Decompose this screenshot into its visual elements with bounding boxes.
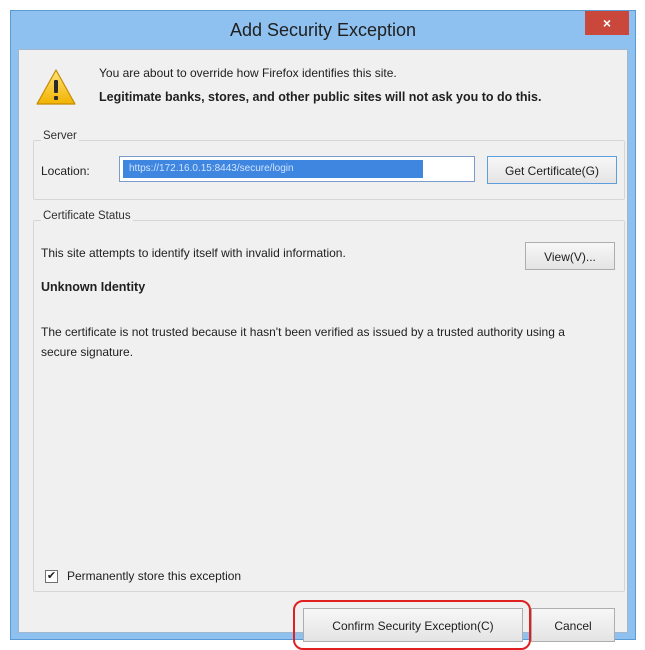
identity-description: The certificate is not trusted because i… bbox=[41, 325, 565, 359]
server-group-label: Server bbox=[41, 130, 79, 142]
add-security-exception-dialog: Add Security Exception × You are about t… bbox=[10, 10, 636, 650]
permanent-exception-checkbox[interactable]: ✔ bbox=[45, 570, 58, 583]
warning-icon bbox=[36, 69, 76, 105]
location-selection: https://172.16.0.15:8443/secure/login bbox=[123, 160, 423, 178]
permanent-exception-label[interactable]: Permanently store this exception bbox=[67, 569, 241, 583]
confirm-security-exception-button[interactable]: Confirm Security Exception(C) bbox=[303, 608, 523, 642]
certificate-status-group-label: Certificate Status bbox=[41, 210, 133, 222]
warning-message: You are about to override how Firefox id… bbox=[99, 66, 397, 80]
location-input[interactable]: https://172.16.0.15:8443/secure/login bbox=[119, 156, 475, 182]
view-certificate-button[interactable]: View(V)... bbox=[525, 242, 615, 270]
certificate-status-groupbox bbox=[33, 220, 625, 592]
warning-message-bold: Legitimate banks, stores, and other publ… bbox=[99, 90, 542, 104]
location-label: Location: bbox=[41, 164, 90, 178]
close-button[interactable]: × bbox=[585, 11, 629, 35]
dialog-body: You are about to override how Firefox id… bbox=[18, 49, 628, 650]
dialog-title: Add Security Exception bbox=[229, 20, 417, 40]
identity-title: Unknown Identity bbox=[41, 280, 146, 294]
title-bar[interactable]: Add Security Exception × bbox=[11, 11, 635, 49]
cancel-button[interactable]: Cancel bbox=[531, 608, 615, 642]
get-certificate-button[interactable]: Get Certificate(G) bbox=[487, 156, 617, 184]
certificate-status-text: This site attempts to identify itself wi… bbox=[41, 246, 346, 260]
location-value: https://172.16.0.15:8443/secure/login bbox=[129, 163, 294, 174]
